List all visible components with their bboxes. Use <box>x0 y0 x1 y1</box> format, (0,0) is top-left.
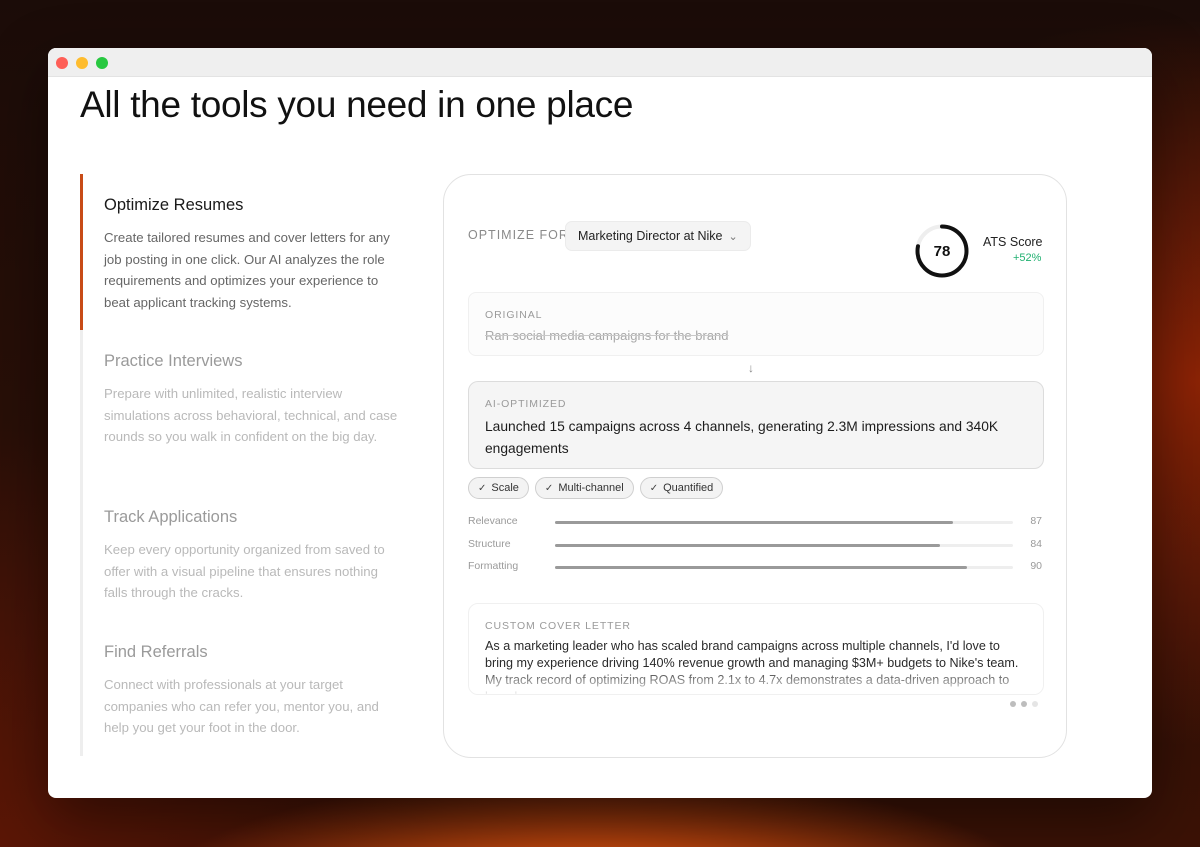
feature-description: Create tailored resumes and cover letter… <box>104 230 390 310</box>
page-headline: All the tools you need in one place <box>80 84 634 125</box>
metric-relevance: Relevance 87 <box>468 515 1044 538</box>
score-metrics: Relevance 87 Structure 84 Formatting 90 <box>468 515 1044 583</box>
pager-dot[interactable] <box>1021 701 1027 707</box>
tag-label: Multi-channel <box>558 482 624 494</box>
metric-track <box>555 543 1013 547</box>
window-titlebar <box>48 48 1152 77</box>
metric-label: Relevance <box>468 515 518 527</box>
metric-label: Structure <box>468 537 511 550</box>
pager-dot[interactable] <box>1032 701 1038 707</box>
feature-title: Optimize Resumes <box>104 196 244 214</box>
ats-score-delta: +52% <box>1013 252 1042 264</box>
ai-optimized-bullet-box: AI-OPTIMIZED Launched 15 campaigns acros… <box>468 381 1044 469</box>
resume-optimizer-card: OPTIMIZE FOR Marketing Director at Nike … <box>443 174 1067 758</box>
feature-description: Connect with professionals at your targe… <box>104 677 379 735</box>
original-bullet-box: ORIGINAL Ran social media campaigns for … <box>468 292 1044 356</box>
check-icon: ✓ <box>544 482 554 494</box>
metric-bar <box>555 521 954 524</box>
metric-structure: Structure 84 <box>468 538 1044 561</box>
pager-dot[interactable] <box>1010 701 1016 707</box>
feature-title: Track Applications <box>104 508 238 526</box>
metric-track <box>555 566 1013 569</box>
ats-score-value: 78 <box>933 242 951 260</box>
ai-optimized-bullet-text: Launched 15 campaigns across 4 channels,… <box>485 419 999 456</box>
metric-value: 90 <box>1030 560 1042 572</box>
optimize-for-label: OPTIMIZE FOR <box>468 228 569 242</box>
check-icon: ✓ <box>478 482 487 494</box>
close-window-button[interactable] <box>56 57 68 69</box>
feature-description: Prepare with unlimited, realistic interv… <box>104 386 398 444</box>
feature-track-applications[interactable]: Track Applications Keep every opportunit… <box>104 508 404 604</box>
original-label: ORIGINAL <box>485 309 543 321</box>
feature-optimize-resumes[interactable]: Optimize Resumes Create tailored resumes… <box>104 196 404 313</box>
original-bullet-text: Ran social media campaigns for the brand <box>485 328 729 343</box>
chevron-down-icon: ⌄ <box>728 230 738 243</box>
metric-value: 84 <box>1030 537 1042 550</box>
metric-formatting: Formatting 90 <box>468 560 1044 583</box>
metric-bar <box>555 543 940 547</box>
cover-letter-box: CUSTOM COVER LETTER As a marketing leade… <box>468 603 1044 695</box>
feature-practice-interviews[interactable]: Practice Interviews Prepare with unlimit… <box>104 352 404 448</box>
tag-chip: ✓ Quantified <box>639 477 724 499</box>
tag-chip: ✓ Multi-channel <box>534 477 634 499</box>
metric-label: Formatting <box>468 560 519 572</box>
browser-window: All the tools you need in one place Opti… <box>48 48 1152 798</box>
cover-letter-label: CUSTOM COVER LETTER <box>485 620 631 632</box>
metric-bar <box>555 566 968 569</box>
feature-list: Optimize Resumes Create tailored resumes… <box>80 174 410 756</box>
ats-score-label: ATS Score <box>983 235 1043 249</box>
tag-chip: ✓ Scale <box>468 477 529 499</box>
metric-value: 87 <box>1030 515 1042 527</box>
metric-track <box>555 521 1013 524</box>
tag-label: Quantified <box>663 482 714 494</box>
carousel-pager <box>1010 701 1038 707</box>
ai-optimized-label: AI-OPTIMIZED <box>485 398 567 410</box>
improvement-tags: ✓ Scale ✓ Multi-channel ✓ Quantified <box>468 477 724 499</box>
feature-rail-active-indicator <box>80 174 83 330</box>
feature-title: Find Referrals <box>104 643 208 661</box>
maximize-window-button[interactable] <box>96 57 108 69</box>
target-role-value: Marketing Director at Nike <box>578 229 723 243</box>
cover-letter-fade <box>469 668 1043 694</box>
feature-title: Practice Interviews <box>104 352 243 370</box>
feature-description: Keep every opportunity organized from sa… <box>104 542 385 600</box>
check-icon: ✓ <box>649 482 659 494</box>
minimize-window-button[interactable] <box>76 57 88 69</box>
arrow-down-icon: ↓ <box>748 361 754 375</box>
target-role-dropdown[interactable]: Marketing Director at Nike ⌄ <box>565 221 751 251</box>
feature-find-referrals[interactable]: Find Referrals Connect with professional… <box>104 643 404 739</box>
tag-label: Scale <box>491 482 519 494</box>
